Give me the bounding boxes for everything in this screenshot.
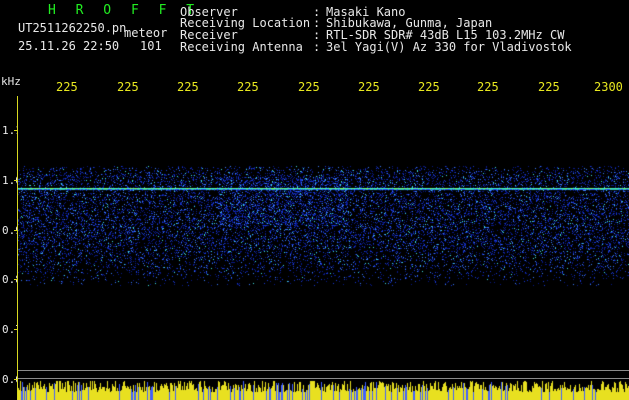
antenna-label: Receiving Antenna [180,40,303,54]
y-axis-unit: kHz [1,75,21,88]
app-title: H R O F F T [48,3,201,18]
reference-line [18,370,629,371]
spectrogram-canvas [18,96,629,400]
x-tick-label: 225 [358,80,380,94]
y-tick-mark [14,329,18,330]
y-tick-mark [14,180,18,181]
reference-line [18,378,629,379]
x-tick-label: 2300 [594,80,623,94]
y-tick-mark [14,130,18,131]
x-tick-label: 225 [237,80,259,94]
y-axis-line [17,96,18,400]
x-tick-label: 225 [56,80,78,94]
y-tick-mark [14,230,18,231]
signal-level-bar [18,380,629,400]
x-tick-label: 225 [298,80,320,94]
x-tick-label: 225 [538,80,560,94]
x-tick-label: 225 [177,80,199,94]
separator: : [313,40,321,54]
x-tick-label: 225 [418,80,440,94]
antenna-value: 3el Yagi(V) Az 330 for Vladivostok [326,40,572,54]
x-tick-label: 225 [477,80,499,94]
x-tick-label: 225 [117,80,139,94]
datetime-label: 25.11.26 22:50 [18,39,120,53]
count-label: 101 [140,39,162,53]
y-tick-mark [14,279,18,280]
filename-label: UT2511262250.pn [18,21,127,35]
spectrogram-plot [18,96,629,400]
mode-label: meteor [124,26,168,40]
